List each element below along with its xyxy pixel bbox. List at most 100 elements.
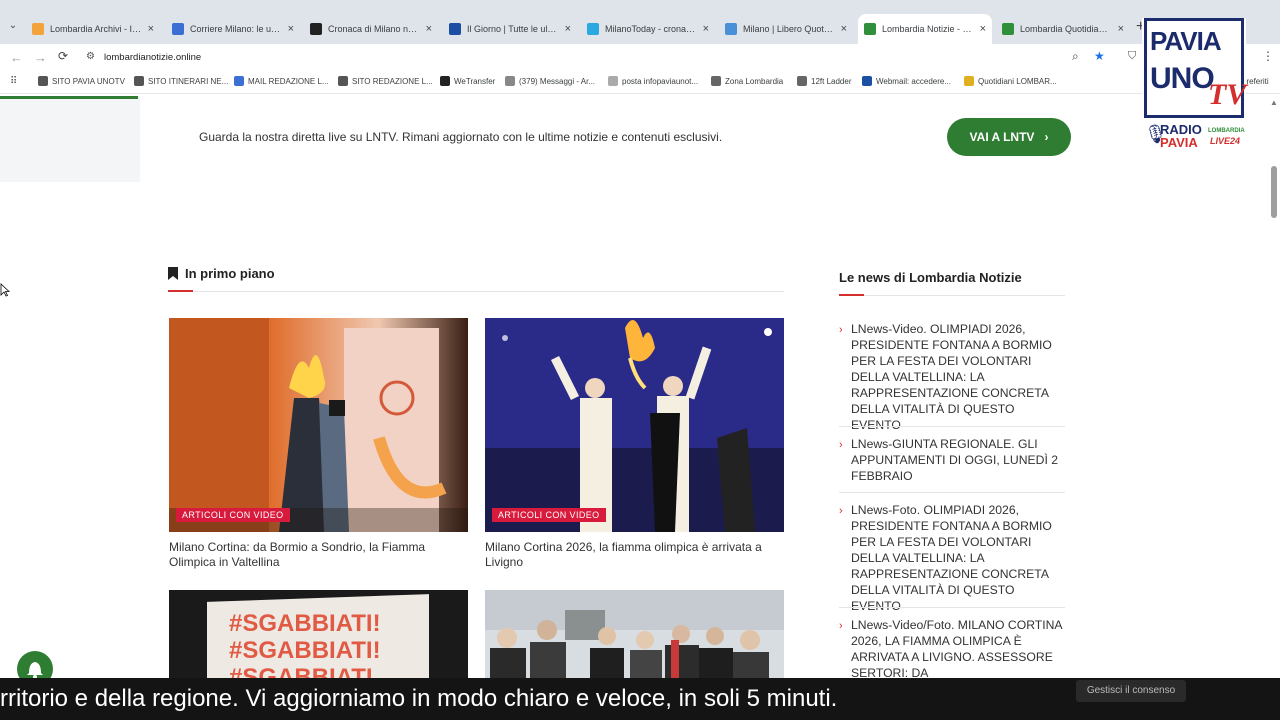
logo-radio2: PAVIA	[1160, 135, 1198, 150]
tab-favicon-icon	[32, 23, 44, 35]
card-image-bormio-torch[interactable]: ARTICOLI CON VIDEO	[169, 318, 468, 532]
bookmark-item[interactable]: Zona Lombardia	[711, 76, 783, 86]
forward-arrow-icon[interactable]: →	[34, 50, 47, 65]
sidebar-news-item[interactable]: › LNews-Video. OLIMPIADI 2026, PRESIDENT…	[839, 321, 1065, 433]
site-info-icon[interactable]: ⚙	[86, 51, 95, 62]
tab-close-icon[interactable]: ×	[426, 23, 432, 35]
logo-line2: UNO	[1150, 62, 1215, 95]
card-image-sgabbiati[interactable]: #SGABBIATI! #SGABBIATI! #SGABBIATI	[169, 590, 468, 680]
bookmark-favicon-icon	[134, 76, 144, 86]
tab-close-icon[interactable]: ×	[148, 23, 154, 35]
news-divider	[839, 426, 1065, 427]
bookmark-favicon-icon	[862, 76, 872, 86]
chevron-right-icon: ›	[839, 439, 843, 451]
card-image-livigno-ceremony[interactable]: ARTICOLI CON VIDEO	[485, 318, 784, 532]
logo-live: LIVE24	[1210, 136, 1241, 146]
sidebar-title: Le news di Lombardia Notizie	[839, 270, 1022, 285]
scrollbar[interactable]: ▲	[1268, 96, 1280, 678]
browser-tab[interactable]: Corriere Milano: le ultime ×	[166, 14, 300, 44]
card-title[interactable]: Milano Cortina: da Bormio a Sondrio, la …	[169, 540, 469, 570]
bookmark-label: SITO PAVIA UNOTV	[52, 76, 125, 86]
browser-tab[interactable]: MilanoToday - cronaca e ×	[581, 14, 715, 44]
bookmark-item[interactable]: 12ft Ladder	[797, 76, 851, 86]
bookmark-item[interactable]: Quotidiani LOMBAR...	[964, 76, 1057, 86]
tab-title: Lombardia Archivi - Italpr	[50, 24, 142, 34]
bookmark-item[interactable]: WeTransfer	[440, 76, 495, 86]
browser-tab[interactable]: Lombardia Notizie - Lom ×	[858, 14, 992, 44]
card-badge: ARTICOLI CON VIDEO	[176, 508, 290, 522]
tab-favicon-icon	[1002, 23, 1014, 35]
chevron-right-icon: ›	[839, 324, 843, 336]
tab-favicon-icon	[310, 23, 322, 35]
bookmark-label: SITO ITINERARI NE...	[148, 76, 229, 86]
tab-close-icon[interactable]: ×	[1118, 23, 1124, 35]
scrollbar-thumb[interactable]	[1271, 166, 1277, 218]
extension-icon[interactable]: ⛉	[1128, 50, 1136, 63]
browser-menu-icon[interactable]: ⋮	[1262, 49, 1274, 63]
subtitle-text: rritorio e della regione. Vi aggiorniamo…	[0, 685, 838, 712]
bookmark-item[interactable]: MAIL REDAZIONE L...	[234, 76, 329, 86]
browser-tab[interactable]: Cronaca di Milano notizie ×	[304, 14, 438, 44]
logo-lombardia: LOMBARDIA	[1208, 128, 1245, 134]
tab-favicon-icon	[725, 23, 737, 35]
tab-close-icon[interactable]: ×	[288, 23, 294, 35]
sidebar-news-text: LNews-Video. OLIMPIADI 2026, PRESIDENTE …	[851, 322, 1052, 432]
bookmark-icon	[168, 267, 178, 285]
sgabbiati-sign-text: #SGABBIATI! #SGABBIATI! #SGABBIATI	[229, 610, 381, 680]
tab-title: Corriere Milano: le ultime	[190, 24, 282, 34]
live-cta-label: VAI A LNTV	[969, 130, 1035, 144]
sidebar-news-item[interactable]: › LNews-Video/Foto. MILANO CORTINA 2026,…	[839, 617, 1065, 678]
bookmark-item[interactable]: SITO PAVIA UNOTV	[38, 76, 125, 86]
chevron-right-icon: ›	[1044, 130, 1049, 144]
zoom-icon[interactable]: ⌕	[1072, 49, 1079, 64]
scroll-up-arrow-icon[interactable]: ▲	[1270, 98, 1278, 107]
bookmark-favicon-icon	[505, 76, 515, 86]
tab-search-chevron-icon[interactable]: ⌄	[6, 20, 20, 34]
tab-title: MilanoToday - cronaca e	[605, 24, 697, 34]
sidebar-news-item[interactable]: › LNews-Foto. OLIMPIADI 2026, PRESIDENTE…	[839, 502, 1065, 614]
bookmark-favicon-icon	[234, 76, 244, 86]
url-field[interactable]: ⚙ lombardianotizie.online ⌕ ★	[78, 47, 1118, 69]
cookie-consent-button[interactable]: Gestisci il consenso	[1076, 680, 1186, 702]
bookmark-item[interactable]: (379) Messaggi - Ar...	[505, 76, 595, 86]
card-title[interactable]: Milano Cortina 2026, la fiamma olimpica …	[485, 540, 785, 570]
tab-close-icon[interactable]: ×	[841, 23, 847, 35]
browser-tab-strip: ⌄ Lombardia Archivi - Italpr × Corriere Mi…	[0, 0, 1280, 44]
cookie-consent-label: Gestisci il consenso	[1086, 685, 1176, 696]
bookmark-favicon-icon	[797, 76, 807, 86]
tab-title: Milano | Libero Quotidian	[743, 24, 835, 34]
bookmark-item[interactable]: Webmail: accedere...	[862, 76, 951, 86]
bookmark-favicon-icon	[440, 76, 450, 86]
section-accent-line	[168, 290, 193, 292]
bookmark-label: posta infopaviaunot...	[622, 76, 699, 86]
bookmark-item[interactable]: SITO ITINERARI NE...	[134, 76, 228, 86]
browser-tab[interactable]: Lombardia Quotidiano - ×	[996, 14, 1130, 44]
logo-tv: TV	[1208, 78, 1247, 111]
bookmark-favicon-icon	[711, 76, 721, 86]
sidebar-news-item[interactable]: › LNews-GIUNTA REGIONALE. GLI APPUNTAMEN…	[839, 436, 1065, 484]
reload-icon[interactable]: ⟳	[58, 49, 68, 63]
bookmark-item[interactable]: SITO REDAZIONE L...	[338, 76, 433, 86]
browser-tab[interactable]: Milano | Libero Quotidian ×	[719, 14, 853, 44]
apps-grid-icon[interactable]: ⠿	[10, 76, 17, 87]
tab-favicon-icon	[587, 23, 599, 35]
tab-close-icon[interactable]: ×	[565, 23, 571, 35]
paviauno-tv-logo: PAVIA UNO TV 🎙 RADIO PAVIA LOMBARDIA LIV…	[1142, 18, 1246, 152]
bookmark-favicon-icon	[964, 76, 974, 86]
bookmark-label: MAIL REDAZIONE L...	[248, 76, 329, 86]
browser-tab[interactable]: Lombardia Archivi - Italpr ×	[26, 14, 160, 44]
bookmark-favicon-icon	[338, 76, 348, 86]
bookmark-item[interactable]: posta infopaviaunot...	[608, 76, 698, 86]
back-arrow-icon[interactable]: ←	[10, 50, 23, 65]
tab-close-icon[interactable]: ×	[980, 23, 986, 35]
tab-title: Lombardia Quotidiano -	[1020, 24, 1112, 34]
card-image-snow-crowd[interactable]	[485, 590, 784, 680]
live-cta-button[interactable]: VAI A LNTV ›	[947, 118, 1071, 156]
browser-tab[interactable]: Il Giorno | Tutte le ultime ×	[443, 14, 577, 44]
bookmark-label: (379) Messaggi - Ar...	[519, 76, 596, 86]
tab-close-icon[interactable]: ×	[703, 23, 709, 35]
sidebar-accent-line	[839, 294, 864, 296]
sidebar-news-text: LNews-Video/Foto. MILANO CORTINA 2026, L…	[851, 618, 1062, 678]
tab-title: Lombardia Notizie - Lom	[882, 24, 974, 34]
bookmark-star-icon[interactable]: ★	[1094, 49, 1105, 63]
